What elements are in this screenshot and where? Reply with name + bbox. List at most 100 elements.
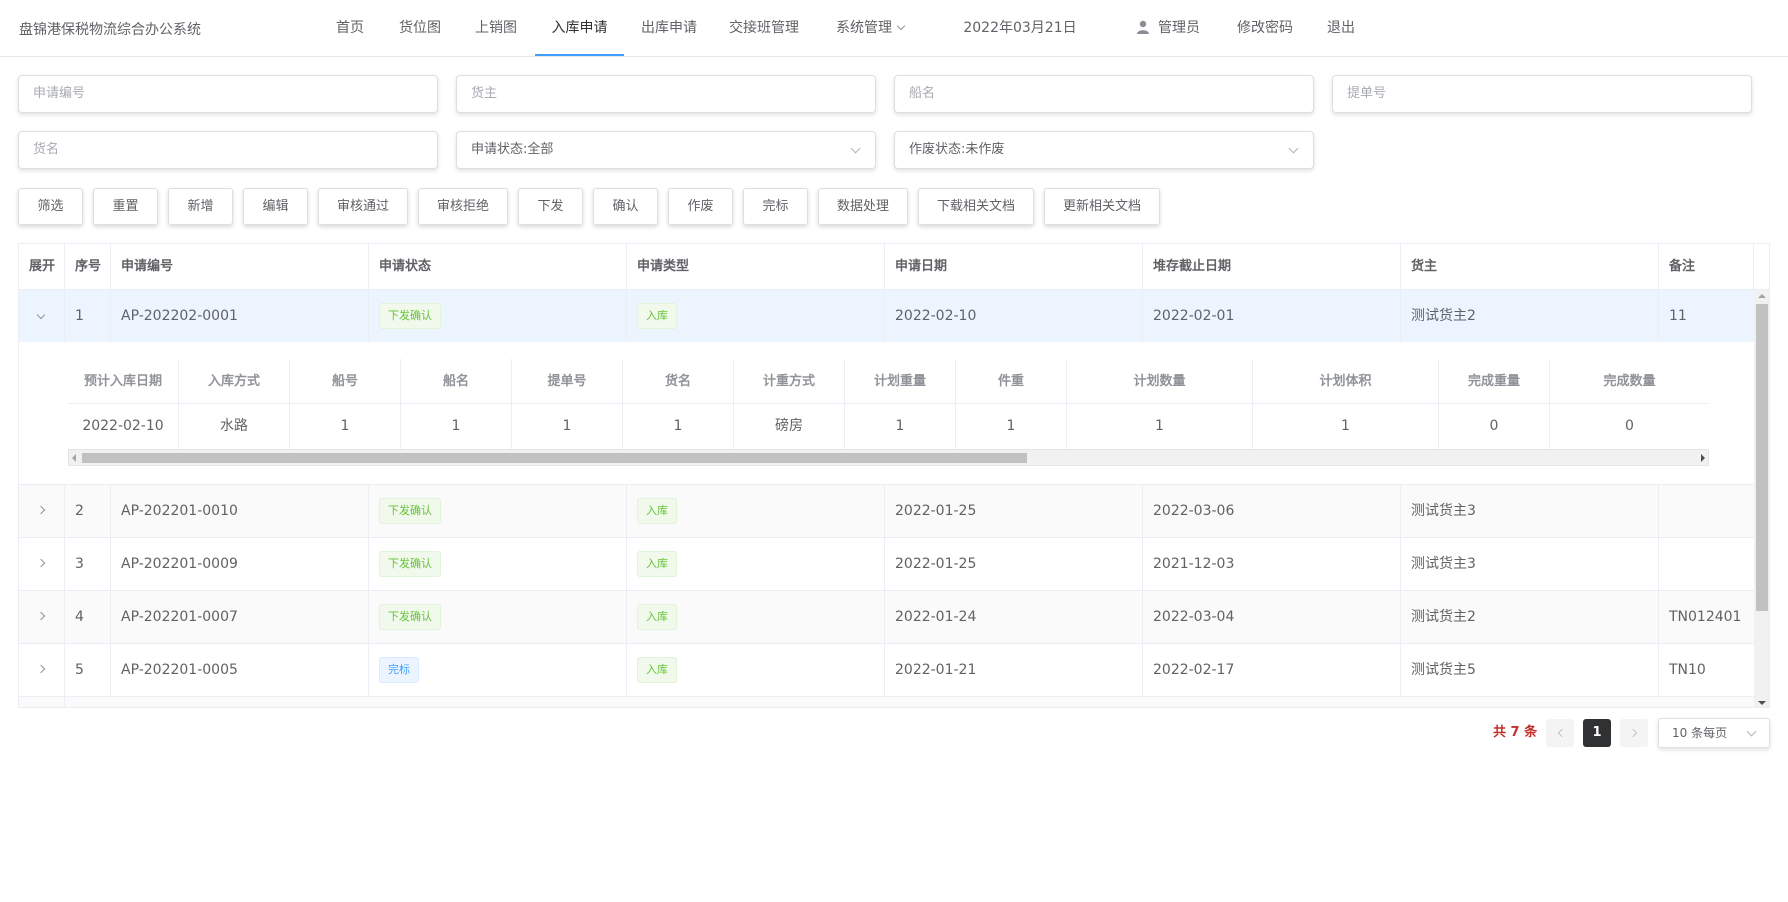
bill-no-input[interactable] xyxy=(1347,76,1751,111)
scroll-right-icon[interactable] xyxy=(1701,454,1705,462)
table-vertical-scrollbar[interactable] xyxy=(1754,290,1769,707)
scrollbar-thumb[interactable] xyxy=(1756,304,1768,611)
owner-input[interactable] xyxy=(471,76,875,111)
data-process-button[interactable]: 数据处理 xyxy=(818,188,908,225)
cell-apply-date: 2022-01-24 xyxy=(885,591,1143,643)
cell-owner: 测试货主2 xyxy=(1401,591,1659,643)
apply-no-field[interactable] xyxy=(18,75,438,113)
prev-page-button[interactable] xyxy=(1546,719,1574,747)
cell-apply-date: 2022-01-25 xyxy=(885,538,1143,590)
cell-remark xyxy=(1659,485,1754,537)
approve-button[interactable]: 审核通过 xyxy=(318,188,408,225)
owner-field[interactable] xyxy=(456,75,876,113)
cell-owner: 测试货主5 xyxy=(1401,644,1659,696)
table-row[interactable]: 3 AP-202201-0009 下发确认 入库 2022-01-25 2021… xyxy=(19,538,1754,591)
nav-location-map[interactable]: 货位图 xyxy=(394,0,446,56)
cell-apply-date: 2022-02-10 xyxy=(885,290,1143,342)
status-badge: 下发确认 xyxy=(379,551,441,577)
download-docs-button[interactable]: 下载相关文档 xyxy=(918,188,1034,225)
cell-remark: 11 xyxy=(1669,308,1687,324)
chevron-right-icon xyxy=(36,664,46,674)
detail-horizontal-scrollbar[interactable] xyxy=(68,449,1709,466)
user-menu[interactable]: 管理员 xyxy=(1134,0,1202,56)
cell-index: 4 xyxy=(65,591,111,643)
nav-system-admin[interactable]: 系统管理 xyxy=(833,0,907,56)
scroll-left-icon[interactable] xyxy=(72,454,76,462)
cell-index: 1 xyxy=(65,290,111,342)
cell-apply-no: AP-202201-0007 xyxy=(111,591,369,643)
chevron-right-icon xyxy=(36,611,46,621)
add-button[interactable]: 新增 xyxy=(168,188,233,225)
update-docs-button[interactable]: 更新相关文档 xyxy=(1044,188,1160,225)
expand-toggle[interactable] xyxy=(19,644,65,696)
detail-cell: 1 xyxy=(401,404,512,449)
detail-header-bill-no: 提单号 xyxy=(512,359,623,404)
filter-button[interactable]: 筛选 xyxy=(18,188,83,225)
chevron-down-icon xyxy=(850,143,861,154)
cell-apply-date: 2022-01-21 xyxy=(885,644,1143,696)
cell-apply-no: AP-202201-0010 xyxy=(111,485,369,537)
reject-button[interactable]: 审核拒绝 xyxy=(418,188,508,225)
edit-button[interactable]: 编辑 xyxy=(243,188,308,225)
user-name: 管理员 xyxy=(1158,20,1200,36)
app-title: 盘锦港保税物流综合办公系统 xyxy=(19,22,201,38)
void-status-select[interactable]: 作废状态:未作废 xyxy=(894,131,1314,169)
cell-apply-no: AP-202202-0001 xyxy=(111,290,369,342)
bill-no-field[interactable] xyxy=(1332,75,1752,113)
cell-index: 2 xyxy=(65,485,111,537)
chevron-left-icon xyxy=(1557,728,1566,738)
next-page-button[interactable] xyxy=(1620,719,1648,747)
goods-name-input[interactable] xyxy=(33,132,437,167)
table-row[interactable]: 5 AP-202201-0005 完标 入库 2022-01-21 2022-0… xyxy=(19,644,1754,697)
detail-cell: 1 xyxy=(956,404,1067,449)
ship-name-field[interactable] xyxy=(894,75,1314,113)
reset-button[interactable]: 重置 xyxy=(93,188,158,225)
cell-owner: 测试货主3 xyxy=(1401,485,1659,537)
expand-toggle[interactable] xyxy=(19,697,65,707)
nav-shift-handover[interactable]: 交接班管理 xyxy=(724,0,804,56)
detail-cell: 0 xyxy=(1625,418,1634,434)
confirm-button[interactable]: 确认 xyxy=(593,188,658,225)
nav-outbound-apply[interactable]: 出库申请 xyxy=(637,0,701,56)
expand-toggle[interactable] xyxy=(19,290,65,342)
type-badge: 入库 xyxy=(637,303,677,329)
cell-deadline: 2022-03-06 xyxy=(1143,485,1401,537)
nav-home[interactable]: 首页 xyxy=(330,0,370,56)
scroll-down-icon[interactable] xyxy=(1758,701,1766,705)
detail-header-ship-name: 船名 xyxy=(401,359,512,404)
change-password-link[interactable]: 修改密码 xyxy=(1237,0,1293,56)
header-gutter xyxy=(1754,244,1769,290)
chevron-right-icon xyxy=(36,505,46,515)
apply-status-value: 申请状态:全部 xyxy=(471,142,554,157)
table-row[interactable] xyxy=(19,697,1754,707)
expand-toggle[interactable] xyxy=(19,485,65,537)
page-size-select[interactable]: 10 条每页 xyxy=(1658,718,1770,748)
expand-toggle[interactable] xyxy=(19,591,65,643)
cell-status: 下发确认 xyxy=(369,485,627,537)
ship-name-input[interactable] xyxy=(909,76,1313,111)
complete-button[interactable]: 完标 xyxy=(743,188,808,225)
scrollbar-thumb[interactable] xyxy=(82,453,1027,463)
table-row[interactable]: 4 AP-202201-0007 下发确认 入库 2022-01-24 2022… xyxy=(19,591,1754,644)
apply-status-select[interactable]: 申请状态:全部 xyxy=(456,131,876,169)
apply-no-input[interactable] xyxy=(33,76,437,111)
table-row[interactable]: 2 AP-202201-0010 下发确认 入库 2022-01-25 2022… xyxy=(19,485,1754,538)
expand-toggle[interactable] xyxy=(19,538,65,590)
cell-status: 完标 xyxy=(369,644,627,696)
page-number-button[interactable]: 1 xyxy=(1583,719,1611,747)
table-row[interactable]: 1 AP-202202-0001 下发确认 入库 2022-02-10 2022… xyxy=(19,290,1754,343)
detail-header-inbound-mode: 入库方式 xyxy=(179,359,290,404)
nav-inbound-apply[interactable]: 入库申请 xyxy=(535,0,624,56)
chevron-right-icon xyxy=(1628,728,1637,738)
cell-remark: TN012401 xyxy=(1669,609,1742,625)
dispatch-button[interactable]: 下发 xyxy=(518,188,583,225)
goods-name-field[interactable] xyxy=(18,131,438,169)
void-status-value: 作废状态:未作废 xyxy=(909,142,1005,157)
detail-cell: 1 xyxy=(290,404,401,449)
void-button[interactable]: 作废 xyxy=(668,188,733,225)
nav-sales-map[interactable]: 上销图 xyxy=(470,0,522,56)
logout-link[interactable]: 退出 xyxy=(1326,0,1356,56)
status-badge: 完标 xyxy=(379,657,419,683)
column-header-remark: 备注 xyxy=(1659,244,1754,290)
scroll-up-icon[interactable] xyxy=(1758,294,1766,298)
